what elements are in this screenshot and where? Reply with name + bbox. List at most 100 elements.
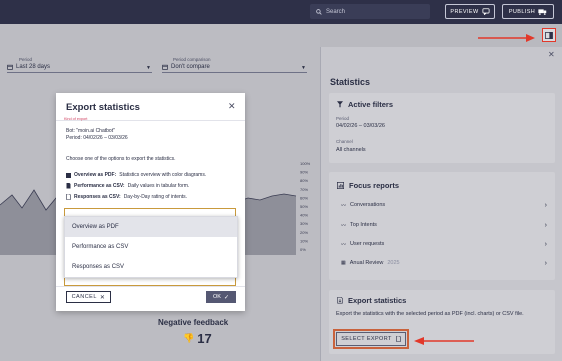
comparison-value: Don't compare (171, 64, 210, 70)
top-bar: Search PREVIEW PUBLISH (0, 0, 562, 24)
file-icon (66, 183, 71, 189)
comparison-label: Period comparison (173, 57, 211, 62)
dropdown-item-label: Overview as PDF (72, 224, 119, 230)
filter-period-label: Period (336, 116, 350, 121)
publish-button[interactable]: PUBLISH (502, 4, 554, 19)
option-performance-csv: Performance as CSV: Daily values in tabul… (66, 183, 189, 189)
report-item-user-requests[interactable]: 〰 User requests › (329, 235, 555, 253)
export-kind-dropdown[interactable]: Overview as PDF Performance as CSV Respo… (64, 216, 238, 278)
dropdown-item-label: Responses as CSV (72, 264, 125, 270)
search-input[interactable]: Search (310, 4, 430, 19)
thumbs-down-icon: 👎 (183, 333, 195, 343)
annotation-arrow-top (478, 34, 535, 42)
y-tick-label: 80% (300, 178, 308, 183)
filter-period-value: 04/02/26 – 03/03/26 (336, 123, 385, 129)
kind-of-export-label: Kind of export (64, 117, 88, 121)
chevron-down-icon[interactable]: ▼ (301, 65, 306, 71)
y-tick-label: 60% (300, 195, 308, 200)
negative-feedback-value: 👎 17 (183, 331, 212, 346)
close-icon: ✕ (99, 294, 106, 301)
export-heading-text: Export statistics (348, 296, 407, 305)
active-filters-heading-text: Active filters (348, 100, 394, 109)
chevron-right-icon: › (544, 259, 547, 267)
filter-channel-label: Channel (336, 139, 353, 144)
search-placeholder: Search (326, 8, 346, 15)
option-desc: Statistics overview with color diagrams. (119, 172, 207, 178)
preview-button[interactable]: PREVIEW (445, 4, 495, 19)
divider (56, 286, 245, 287)
focus-reports-card: Focus reports 〰 Conversations › 〰 Top Inten… (329, 172, 555, 280)
chart-box-icon (66, 172, 71, 178)
export-description: Export the statistics with the selected … (336, 311, 524, 317)
chart-icon: 〰 (341, 202, 347, 209)
ok-button[interactable]: OK ✓ (206, 291, 236, 303)
dialog-title: Export statistics (66, 102, 140, 113)
report-item-label: User requests (350, 241, 385, 247)
report-item-anual-review[interactable]: ▦ Anual Review 2025 › (329, 254, 555, 272)
y-tick-label: 20% (300, 230, 308, 235)
dropdown-item-overview-pdf[interactable]: Overview as PDF (65, 217, 237, 237)
option-desc: Daily values in tabular form. (127, 183, 190, 189)
option-overview-pdf: Overview as PDF: Statistics overview with… (66, 172, 206, 178)
dropdown-item-responses-csv[interactable]: Responses as CSV (65, 257, 237, 277)
focus-reports-heading-text: Focus reports (349, 181, 400, 190)
y-tick-label: 30% (300, 221, 308, 226)
calendar-icon (7, 64, 13, 70)
active-filters-heading: Active filters (337, 100, 393, 109)
y-tick-label: 10% (300, 238, 308, 243)
truck-icon (538, 8, 547, 15)
chart-icon: 〰 (341, 222, 347, 229)
period-value: Last 28 days (16, 64, 51, 70)
chevron-down-icon[interactable]: ▼ (146, 65, 151, 71)
chevron-right-icon: › (544, 201, 547, 209)
ok-label: OK (213, 294, 221, 300)
y-tick-label: 90% (300, 170, 308, 175)
panel-toggle-button[interactable] (542, 28, 556, 42)
export-heading: Export statistics (337, 296, 406, 305)
y-tick-label: 50% (300, 204, 308, 209)
period-underline (7, 72, 152, 73)
comparison-underline (162, 72, 307, 73)
negative-feedback-title: Negative feedback (158, 318, 229, 327)
option-name: Performance as CSV: (74, 183, 125, 189)
download-file-icon (337, 297, 343, 304)
file-icon (66, 194, 71, 200)
sidebar-panel-icon (545, 31, 553, 39)
checkmark-icon: ✓ (223, 294, 229, 301)
dropdown-item-label: Performance as CSV (72, 244, 129, 250)
side-panel-title: Statistics (330, 77, 371, 87)
report-item-label: Conversations (350, 202, 386, 208)
comparison-select[interactable]: Don't compare (162, 64, 210, 70)
report-item-conversations[interactable]: 〰 Conversations › (329, 196, 555, 214)
y-tick-label: 40% (300, 213, 308, 218)
dialog-intro: Choose one of the options to export the … (66, 156, 176, 162)
dropdown-item-performance-csv[interactable]: Performance as CSV (65, 237, 237, 257)
publish-label: PUBLISH (508, 8, 536, 15)
negative-feedback-count: 17 (197, 331, 212, 346)
dialog-bot-line: Bot: "moin.ai Chatbot" (66, 128, 115, 134)
option-responses-csv: Responses as CSV: Day-by-Day rating of in… (66, 194, 187, 200)
annotation-arrow-bottom (414, 337, 474, 345)
period-label: Period (19, 57, 33, 62)
focus-reports-heading: Focus reports (337, 181, 399, 190)
y-tick-label: 70% (300, 187, 308, 192)
bar-chart-icon (337, 182, 344, 189)
period-select[interactable]: Last 28 days (7, 64, 50, 70)
calendar-icon (162, 64, 168, 70)
chevron-right-icon: › (544, 240, 547, 248)
filter-icon (337, 101, 343, 108)
preview-label: PREVIEW (450, 8, 479, 15)
report-item-top-intents[interactable]: 〰 Top Intents › (329, 216, 555, 234)
cancel-button[interactable]: CANCEL ✕ (66, 291, 111, 303)
report-item-label: Top Intents (350, 222, 377, 228)
chart-icon: 〰 (341, 241, 347, 248)
close-icon[interactable]: ✕ (228, 101, 236, 112)
option-desc: Day-by-Day rating of intents. (123, 194, 188, 200)
dialog-period-line: Period: 04/02/26 – 03/03/26 (66, 135, 128, 141)
search-icon (316, 8, 322, 15)
cancel-label: CANCEL (71, 294, 97, 300)
annotation-highlight-box (333, 329, 409, 349)
chevron-right-icon: › (544, 221, 547, 229)
close-icon[interactable]: ✕ (548, 50, 555, 59)
chat-bubble-icon (482, 8, 490, 15)
